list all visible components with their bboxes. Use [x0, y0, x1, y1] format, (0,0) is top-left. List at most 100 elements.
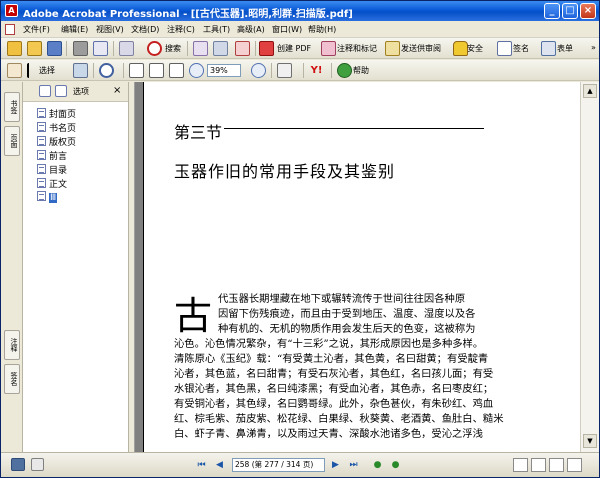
send-review-label[interactable]: 发送供审阅 [401, 43, 441, 54]
forms-label[interactable]: 表单 [557, 43, 573, 54]
document-viewer[interactable]: 第三节 玉器作旧的常用手段及其鉴别 古 代玉器长期埋藏在地下或辗转流传于世间往往… [135, 82, 580, 452]
sign-label[interactable]: 签名 [513, 43, 529, 54]
body-text-line: 红、棕毛紫、茄皮紫、松花绿、白果绿、秋葵黄、老酒黄、鱼肚白、糙米 [174, 413, 504, 425]
secure-label[interactable]: 安全 [467, 43, 483, 54]
menu-view[interactable]: 视图(V) [96, 24, 124, 35]
print-status-icon[interactable] [31, 458, 44, 471]
zoom-in-icon[interactable] [99, 63, 114, 78]
page-icon [37, 108, 46, 118]
delete-bookmark-icon[interactable] [55, 85, 67, 97]
continuous-facing-icon[interactable] [567, 458, 582, 472]
document-menu-icon[interactable] [5, 24, 15, 35]
select-cursor-icon[interactable] [27, 63, 37, 78]
body-text-line: 白、虾子青、鼻涕青，以及雨过天青、深酸水池诸多色，受沁之浮浅 [174, 428, 483, 440]
next-page-icon[interactable]: ▶ [329, 459, 342, 472]
first-page-icon[interactable]: ⏮ [195, 459, 208, 472]
new-bookmark-icon[interactable] [39, 85, 51, 97]
fit-width-icon[interactable] [169, 63, 184, 78]
bookmark-item[interactable]: 正文 [37, 177, 67, 190]
zoom-out-icon[interactable] [189, 63, 204, 78]
last-page-icon[interactable]: ⏭ [347, 459, 360, 472]
previous-page-icon[interactable]: ◀ [213, 459, 226, 472]
attach-icon[interactable] [119, 41, 134, 56]
document-status-icon[interactable] [11, 458, 25, 471]
tab-pages[interactable]: 页面 [4, 126, 20, 156]
menu-bar: 文件(F) 编辑(E) 视图(V) 文档(D) 注释(C) 工具(T) 高级(A… [1, 21, 599, 38]
body-text-line: 种有机的、无机的物质作用会发生后天的色变，这被称为 [218, 323, 476, 335]
create-pdf-icon[interactable] [259, 41, 274, 56]
tab-signatures[interactable]: 签名 [4, 364, 20, 394]
view-toolbar: 选择 39% Y! 帮助 [1, 60, 599, 81]
toolbar-separator [66, 41, 67, 56]
pdf-page: 第三节 玉器作旧的常用手段及其鉴别 古 代玉器长期埋藏在地下或辗转流传于世间往往… [143, 82, 580, 452]
body-text-line: 清陈原心《玉纪》载：“有受黄土沁者，其色黄，名曰甜黄；有受靛青 [174, 353, 489, 365]
help-icon[interactable] [337, 63, 352, 78]
menu-edit[interactable]: 编辑(E) [61, 24, 88, 35]
fit-page-icon[interactable] [149, 63, 164, 78]
close-button[interactable]: × [580, 3, 596, 19]
title-bar: A Adobe Acrobat Professional - [[古代玉器].昭… [1, 1, 599, 21]
menu-advanced[interactable]: 高级(A) [237, 24, 265, 35]
menu-document[interactable]: 文档(D) [131, 24, 159, 35]
continuous-icon[interactable] [531, 458, 546, 472]
zoom-in-plus-icon[interactable] [251, 63, 266, 78]
save-icon[interactable] [47, 41, 62, 56]
organize-icon[interactable] [193, 41, 208, 56]
create-pdf-from-file-icon[interactable] [7, 41, 22, 56]
select-label[interactable]: 选择 [39, 65, 55, 76]
scroll-up-icon[interactable]: ▲ [583, 84, 597, 98]
page-icon [37, 178, 46, 188]
sign-pen-icon[interactable] [497, 41, 512, 56]
menu-window[interactable]: 窗口(W) [272, 24, 302, 35]
snapshot-icon[interactable] [73, 63, 88, 78]
scroll-down-icon[interactable]: ▼ [583, 434, 597, 448]
minimize-button[interactable]: _ [544, 3, 560, 19]
toolbar-separator [187, 41, 188, 56]
previous-view-icon[interactable]: ● [371, 459, 384, 472]
picture-tasks-icon[interactable] [235, 41, 250, 56]
forms-icon[interactable] [541, 41, 556, 56]
bookmark-item[interactable]: 书名页 [37, 121, 76, 134]
drop-cap: 古 [174, 294, 213, 338]
hand-tool-icon[interactable] [7, 63, 22, 78]
single-page-icon[interactable] [513, 458, 528, 472]
layers-icon[interactable] [213, 41, 228, 56]
close-panel-icon[interactable]: × [113, 85, 121, 96]
chapter-heading: 玉器作旧的常用手段及其鉴别 [174, 162, 396, 181]
zoom-level-field[interactable]: 39% [207, 64, 241, 77]
actual-size-icon[interactable] [129, 63, 144, 78]
create-pdf-label[interactable]: 创建 PDF [277, 43, 311, 54]
help-label[interactable]: 帮助 [353, 65, 369, 76]
bookmark-item[interactable]: 封面页 [37, 107, 76, 120]
next-view-icon[interactable]: ● [389, 459, 402, 472]
body-text-line: 代玉器长期埋藏在地下或辗转流传于世间往往因各种原 [218, 293, 466, 305]
page-number-field[interactable]: 258 (第 277 / 314 页) [232, 458, 325, 472]
menu-file[interactable]: 文件(F) [23, 24, 50, 35]
toolbar-overflow-chevron-icon[interactable]: » [591, 43, 596, 52]
review-icon[interactable] [385, 41, 400, 56]
bookmark-item-selected[interactable]: Ⅲ [37, 191, 58, 203]
bookmark-item[interactable]: 版权页 [37, 135, 76, 148]
menu-help[interactable]: 帮助(H) [308, 24, 336, 35]
lock-icon[interactable] [453, 41, 468, 56]
maximize-button[interactable]: □ [562, 3, 578, 19]
bookmarks-header: 选项 × [23, 82, 128, 102]
tab-comments[interactable]: 注释 [4, 330, 20, 360]
facing-icon[interactable] [549, 458, 564, 472]
menu-comments[interactable]: 注释(C) [167, 24, 195, 35]
open-folder-icon[interactable] [27, 41, 42, 56]
comment-icon[interactable] [321, 41, 336, 56]
bookmark-item[interactable]: 目录 [37, 163, 67, 176]
search-label[interactable]: 搜索 [165, 43, 181, 54]
print-icon[interactable] [73, 41, 88, 56]
yahoo-icon[interactable]: Y! [309, 63, 324, 78]
vertical-scrollbar[interactable]: ▲ ▼ [580, 82, 599, 452]
comment-markup-label[interactable]: 注释和标记 [337, 43, 377, 54]
tab-bookmarks[interactable]: 书签 [4, 92, 20, 122]
menu-tools[interactable]: 工具(T) [203, 24, 230, 35]
bookmark-item[interactable]: 前言 [37, 149, 67, 162]
rotate-view-icon[interactable] [277, 63, 292, 78]
options-label[interactable]: 选项 [73, 86, 89, 97]
email-icon[interactable] [93, 41, 108, 56]
search-icon[interactable] [147, 41, 162, 56]
